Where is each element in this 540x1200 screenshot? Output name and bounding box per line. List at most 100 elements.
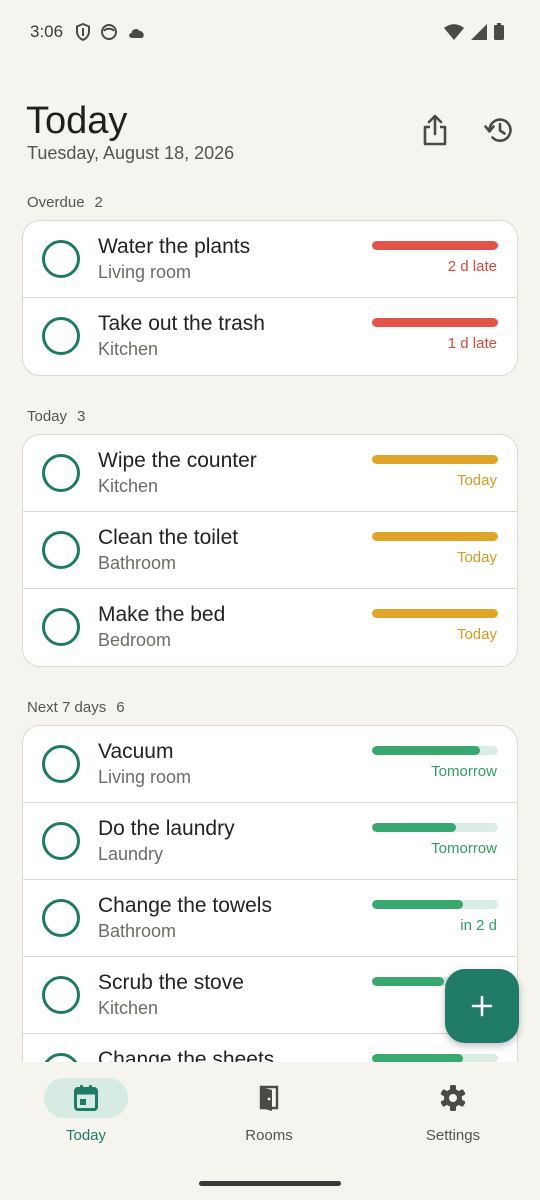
task-row[interactable]: Clean the toilet Bathroom Today: [23, 512, 517, 589]
task-name: Water the plants: [98, 235, 251, 258]
due-label: in 2 d: [460, 917, 497, 934]
task-name: Take out the trash: [98, 312, 265, 335]
progress-fill: [372, 1054, 463, 1062]
complete-checkbox[interactable]: [42, 608, 80, 646]
complete-checkbox[interactable]: [42, 240, 80, 278]
status-time: 3:06: [30, 22, 64, 41]
progress-fill: [372, 318, 498, 327]
due-label: 1 d late: [447, 335, 497, 352]
complete-checkbox[interactable]: [42, 745, 80, 783]
complete-checkbox[interactable]: [42, 822, 80, 860]
task-name: Vacuum: [98, 740, 174, 763]
task-row[interactable]: Wipe the counter Kitchen Today: [23, 435, 517, 512]
task-name: Do the laundry: [98, 817, 235, 840]
status-bar: 3:06: [0, 0, 540, 64]
shield-icon: [76, 23, 90, 41]
door-icon: [259, 1085, 279, 1111]
face-icon: [101, 24, 117, 40]
complete-checkbox[interactable]: [42, 1053, 80, 1062]
section-title: Next 7 days: [27, 698, 107, 716]
task-room: Living room: [98, 767, 192, 787]
due-label: Today: [456, 472, 497, 489]
complete-checkbox[interactable]: [42, 454, 80, 492]
task-name: Change the towels: [98, 894, 272, 917]
due-label: Today: [456, 626, 497, 643]
task-row[interactable]: Change the towels Bathroom in 2 d: [23, 880, 517, 957]
progress-bar: [372, 455, 498, 464]
due-label: Today: [456, 549, 497, 566]
task-room: Bathroom: [98, 553, 177, 573]
section-header-overdue: Overdue 2: [27, 184, 540, 220]
task-row[interactable]: Water the plants Living room 2 d late: [23, 221, 517, 298]
task-card-today: Wipe the counter Kitchen Today Clean the…: [22, 434, 518, 667]
nav-label: Today: [65, 1127, 107, 1144]
task-room: Kitchen: [98, 339, 159, 359]
section-title: Overdue: [27, 193, 85, 211]
progress-bar: [372, 609, 498, 618]
progress-bar: [372, 746, 498, 755]
plus-icon: [471, 995, 493, 1017]
progress-bar: [372, 532, 498, 541]
wifi-icon: [444, 23, 464, 40]
calendar-icon: [74, 1085, 98, 1111]
task-list[interactable]: Overdue 2 Water the plants Living room 2…: [0, 184, 540, 1062]
task-name: Clean the toilet: [98, 526, 239, 549]
due-label: 2 d late: [447, 258, 497, 275]
task-row[interactable]: Vacuum Living room Tomorrow: [23, 726, 517, 803]
history-button[interactable]: [479, 110, 519, 150]
progress-bar: [372, 823, 498, 832]
complete-checkbox[interactable]: [42, 899, 80, 937]
cloud-icon: [129, 29, 144, 38]
share-button[interactable]: [415, 110, 455, 150]
section-header-next-7-days: Next 7 days 6: [27, 689, 540, 725]
progress-fill: [372, 900, 463, 909]
task-name: Wipe the counter: [98, 449, 257, 472]
progress-fill: [372, 455, 498, 464]
task-name: Change the sheets: [98, 1048, 275, 1062]
status-system-icons: [444, 23, 504, 40]
task-row[interactable]: Scrub the stove Kitchen: [23, 957, 517, 1034]
nav-item-rooms[interactable]: Rooms: [209, 1078, 329, 1144]
progress-fill: [372, 241, 498, 250]
task-room: Living room: [98, 262, 192, 282]
task-name: Make the bed: [98, 603, 226, 626]
status-notification-icons: [75, 23, 147, 41]
nav-indicator: [227, 1078, 311, 1118]
task-name: Scrub the stove: [98, 971, 244, 994]
nav-indicator: [411, 1078, 495, 1118]
task-room: Bathroom: [98, 921, 177, 941]
progress-fill: [372, 746, 481, 755]
task-card-overdue: Water the plants Living room 2 d late Ta…: [22, 220, 518, 376]
page-date: Tuesday, August 18, 2026: [27, 143, 235, 163]
progress-bar: [372, 241, 498, 250]
task-room: Laundry: [98, 844, 164, 864]
complete-checkbox[interactable]: [42, 976, 80, 1014]
complete-checkbox[interactable]: [42, 531, 80, 569]
task-row[interactable]: Do the laundry Laundry Tomorrow: [23, 803, 517, 880]
progress-fill: [372, 532, 498, 541]
bottom-navigation: Today Rooms Settings: [0, 1062, 540, 1200]
progress-bar: [372, 900, 498, 909]
task-row[interactable]: Take out the trash Kitchen 1 d late: [23, 298, 517, 375]
complete-checkbox[interactable]: [42, 317, 80, 355]
section-count: 2: [94, 193, 103, 211]
nav-item-today[interactable]: Today: [26, 1078, 146, 1144]
nav-item-settings[interactable]: Settings: [393, 1078, 513, 1144]
task-room: Kitchen: [98, 476, 159, 496]
task-room: Kitchen: [98, 998, 159, 1018]
task-row[interactable]: Change the sheets: [23, 1034, 517, 1062]
nav-label: Settings: [425, 1127, 481, 1144]
battery-icon: [494, 23, 504, 40]
task-card-upcoming: Vacuum Living room Tomorrow Do the laund…: [22, 725, 518, 1062]
task-room: Bedroom: [98, 630, 172, 650]
home-indicator[interactable]: [199, 1181, 341, 1186]
section-count: 3: [77, 407, 86, 425]
signal-icon: [471, 23, 487, 40]
due-label: Tomorrow: [431, 840, 497, 857]
gear-icon: [440, 1085, 466, 1111]
nav-label: Rooms: [245, 1127, 293, 1144]
add-task-button[interactable]: [445, 969, 519, 1043]
share-icon: [423, 114, 447, 146]
page-title: Today: [26, 100, 128, 142]
task-row[interactable]: Make the bed Bedroom Today: [23, 589, 517, 666]
